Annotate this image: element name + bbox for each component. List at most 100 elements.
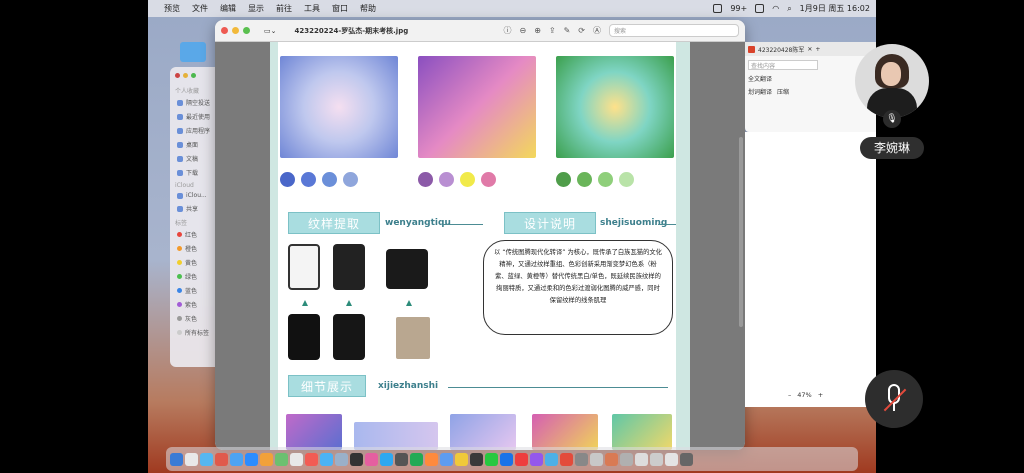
minimize-icon[interactable]: [232, 27, 239, 34]
menu-file[interactable]: 文件: [192, 3, 208, 14]
sidebar-tag-label: 红色: [185, 232, 198, 239]
wps-document-area: [745, 132, 876, 407]
section-rule: [448, 387, 668, 388]
dock-app-icon[interactable]: [470, 452, 483, 466]
dock-app-icon[interactable]: [245, 452, 258, 466]
wps-tab[interactable]: 423220428陈军 ✕ +: [745, 42, 876, 56]
wifi-icon[interactable]: ◠: [772, 4, 779, 13]
dock-app-icon[interactable]: [590, 452, 603, 466]
dock-app-icon[interactable]: [185, 452, 198, 466]
sidebar-item-label: 下载: [186, 170, 199, 177]
dock-app-icon[interactable]: [500, 452, 513, 466]
menu-view[interactable]: 显示: [248, 3, 264, 14]
document-title: 423220224-罗弘杰-期末考核.jpg: [294, 26, 409, 35]
add-tab-icon[interactable]: +: [815, 46, 820, 53]
dock-app-icon[interactable]: [305, 452, 318, 466]
zoom-out-icon[interactable]: ⊖: [519, 26, 526, 35]
dock-app-icon[interactable]: [170, 452, 183, 466]
dock-app-icon[interactable]: [230, 452, 243, 466]
zoom-out-icon[interactable]: –: [788, 391, 791, 399]
mic-icon[interactable]: 🎙: [883, 110, 901, 128]
minimize-icon[interactable]: [183, 73, 188, 78]
color-swatch: [439, 172, 454, 187]
menu-preview[interactable]: 预览: [164, 3, 180, 14]
color-swatch: [280, 172, 295, 187]
zoom-level[interactable]: 47%: [797, 391, 811, 399]
desktop-icon: [177, 141, 183, 148]
notification-count[interactable]: 99+: [730, 4, 747, 13]
menu-tools[interactable]: 工具: [304, 3, 320, 14]
dock-app-icon[interactable]: [575, 452, 588, 466]
close-icon[interactable]: [175, 73, 180, 78]
wechat-status-icon[interactable]: [713, 4, 723, 13]
menu-go[interactable]: 前往: [276, 3, 292, 14]
dock-app-icon[interactable]: [320, 452, 333, 466]
info-icon[interactable]: ⓘ: [503, 25, 511, 36]
arrow-up-icon: [346, 300, 352, 306]
dock-app-icon[interactable]: [290, 452, 303, 466]
dock-app-icon[interactable]: [560, 452, 573, 466]
dock-app-icon[interactable]: [365, 452, 378, 466]
markup-icon[interactable]: Ⓐ: [593, 25, 601, 36]
zoom-icon[interactable]: [243, 27, 250, 34]
menu-help[interactable]: 帮助: [360, 3, 376, 14]
dock-app-icon[interactable]: [605, 452, 618, 466]
menu-window[interactable]: 窗口: [332, 3, 348, 14]
vertical-scrollbar[interactable]: [739, 137, 743, 327]
color-swatch: [343, 172, 358, 187]
zoom-in-icon[interactable]: ⊕: [534, 26, 541, 35]
mac-desktop: 预览 文件 编辑 显示 前往 工具 窗口 帮助 99+ ◠ ⌕ 1月9日 周五 …: [148, 0, 876, 473]
dock-app-icon[interactable]: [620, 452, 633, 466]
search-input[interactable]: 搜索: [609, 24, 739, 37]
zoom-in-icon[interactable]: +: [818, 391, 823, 399]
apps-icon: [177, 127, 183, 134]
close-icon[interactable]: [221, 27, 228, 34]
sidebar-item-label: 应用程序: [186, 128, 211, 135]
presenter-face: [881, 62, 901, 86]
menu-edit[interactable]: 编辑: [220, 3, 236, 14]
document-icon: [177, 155, 183, 162]
wps-tab-title: 423220428陈军: [758, 46, 805, 54]
color-swatch: [418, 172, 433, 187]
close-icon[interactable]: ✕: [807, 46, 812, 53]
dock-app-icon[interactable]: [680, 452, 693, 466]
dock-app-icon[interactable]: [350, 452, 363, 466]
dock-app-icon[interactable]: [380, 452, 393, 466]
word-translate-button[interactable]: 划词翻译: [748, 87, 772, 96]
fulltext-translate-button[interactable]: 全文翻译: [748, 74, 772, 83]
dock-app-icon[interactable]: [635, 452, 648, 466]
datetime[interactable]: 1月9日 周五 16:02: [800, 3, 870, 14]
dock-app-icon[interactable]: [275, 452, 288, 466]
dock-app-icon[interactable]: [260, 452, 273, 466]
folder-icon[interactable]: [180, 42, 206, 62]
dock-app-icon[interactable]: [395, 452, 408, 466]
share-icon[interactable]: ⇪: [549, 26, 556, 35]
dock-app-icon[interactable]: [650, 452, 663, 466]
dock-app-icon[interactable]: [200, 452, 213, 466]
sidebar-tag-label: 绿色: [185, 274, 198, 281]
zoom-icon[interactable]: [191, 73, 196, 78]
airdrop-icon: [177, 99, 183, 106]
find-input[interactable]: 查找内容: [748, 60, 818, 70]
dock-app-icon[interactable]: [455, 452, 468, 466]
dock-app-icon[interactable]: [215, 452, 228, 466]
artwork-blue: [280, 56, 398, 158]
pen-icon[interactable]: ✎: [564, 26, 571, 35]
dock-app-icon[interactable]: [410, 452, 423, 466]
rotate-icon[interactable]: ⟳: [578, 26, 585, 35]
dock-app-icon[interactable]: [545, 452, 558, 466]
compress-button[interactable]: 压缩: [777, 87, 789, 96]
dock-app-icon[interactable]: [665, 452, 678, 466]
sidebar-tag-label: 蓝色: [185, 288, 198, 295]
mute-button[interactable]: [865, 370, 923, 428]
dock-app-icon[interactable]: [485, 452, 498, 466]
dock-app-icon[interactable]: [440, 452, 453, 466]
sidebar-toggle-icon[interactable]: ▭⌄: [264, 27, 276, 35]
app-status-icon[interactable]: [755, 4, 765, 13]
search-icon[interactable]: ⌕: [787, 4, 791, 14]
dock-app-icon[interactable]: [515, 452, 528, 466]
mic-stand: [893, 403, 895, 411]
dock-app-icon[interactable]: [425, 452, 438, 466]
dock-app-icon[interactable]: [530, 452, 543, 466]
dock-app-icon[interactable]: [335, 452, 348, 466]
